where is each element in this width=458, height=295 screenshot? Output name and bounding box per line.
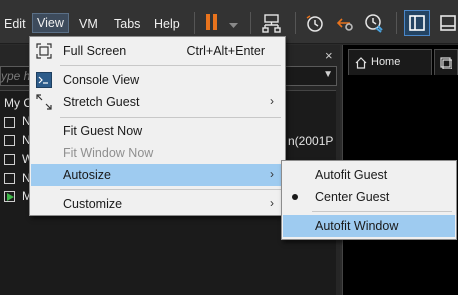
tab-home[interactable]: Home: [348, 49, 432, 75]
menu-item-label: Center Guest: [315, 190, 390, 204]
toolbar-separator: [194, 12, 195, 34]
menu-tabs[interactable]: Tabs: [110, 15, 144, 33]
menu-separator: [60, 117, 281, 118]
vm-icon: [4, 154, 15, 165]
menu-item-center-guest[interactable]: Center Guest: [283, 186, 455, 208]
menu-item-label: Fit Window Now: [63, 146, 154, 160]
toolbar-separator: [396, 12, 397, 34]
snapshot-icon[interactable]: [305, 13, 325, 33]
running-icon: [7, 193, 14, 201]
menu-edit[interactable]: Edit: [0, 15, 30, 33]
tab-home-label: Home: [371, 56, 401, 68]
menu-item-label: Customize: [63, 197, 123, 211]
stretch-icon: [36, 94, 52, 110]
search-placeholder: ype h: [1, 69, 31, 83]
chevron-down-icon[interactable]: [229, 18, 238, 28]
menu-item-label: Fit Guest Now: [63, 124, 143, 138]
submenu-arrow-icon: ›: [270, 167, 274, 181]
submenu-arrow-icon: ›: [270, 196, 274, 210]
toolbar-separator: [295, 12, 296, 34]
pause-icon[interactable]: [205, 13, 219, 31]
menu-help[interactable]: Help: [150, 15, 184, 33]
tree-item-vm-name-overflow: n(2001P: [288, 134, 334, 148]
menu-item-label: Stretch Guest: [63, 95, 140, 109]
menu-item-label: Autofit Guest: [315, 168, 388, 182]
vm-tab-icon: [440, 57, 453, 70]
vm-icon: [4, 135, 15, 146]
toolbar-separator: [250, 12, 251, 34]
menu-item-stretch-guest[interactable]: Stretch Guest ›: [31, 91, 284, 113]
chevron-down-icon[interactable]: ▼: [323, 69, 333, 80]
menu-item-accelerator: Ctrl+Alt+Enter: [186, 44, 265, 58]
menu-item-full-screen[interactable]: Full Screen Ctrl+Alt+Enter: [31, 40, 284, 62]
manage-snapshots-icon[interactable]: [364, 13, 384, 33]
autosize-submenu: Autofit Guest Center Guest Autofit Windo…: [281, 160, 457, 240]
radio-checked-icon: [292, 194, 298, 200]
vm-icon: [4, 117, 15, 128]
revert-snapshot-icon[interactable]: [334, 13, 354, 33]
thumbnail-bar-icon[interactable]: [438, 13, 458, 33]
menu-item-label: Console View: [63, 73, 140, 87]
close-icon[interactable]: ×: [325, 48, 333, 63]
menu-item-label: Full Screen: [63, 44, 127, 58]
menu-item-label: Autofit Window: [315, 219, 399, 233]
tab-vm[interactable]: [434, 49, 458, 75]
home-icon: [355, 57, 367, 69]
view-menu-dropdown: Full Screen Ctrl+Alt+Enter Console View …: [29, 36, 286, 216]
menu-item-autosize[interactable]: Autosize ›: [31, 164, 284, 186]
vm-icon: [4, 173, 15, 184]
menu-item-fit-window-now: Fit Window Now: [31, 142, 284, 164]
menu-separator: [60, 65, 281, 66]
console-icon: [36, 72, 52, 88]
menu-item-console-view[interactable]: Console View: [31, 69, 284, 91]
menu-item-label: Autosize: [63, 168, 111, 182]
tree-root-my-computer[interactable]: My C: [4, 96, 32, 112]
menu-view[interactable]: View: [32, 13, 69, 33]
menu-separator: [312, 211, 452, 212]
menu-item-autofit-window[interactable]: Autofit Window: [283, 215, 455, 237]
menu-separator: [60, 189, 281, 190]
menu-item-fit-guest-now[interactable]: Fit Guest Now: [31, 120, 284, 142]
menu-vm[interactable]: VM: [75, 15, 102, 33]
show-library-icon[interactable]: [404, 10, 430, 36]
full-screen-icon: [36, 43, 52, 59]
menu-item-autofit-guest[interactable]: Autofit Guest: [283, 164, 455, 186]
submenu-arrow-icon: ›: [270, 94, 274, 108]
send-keys-icon[interactable]: [262, 13, 282, 33]
menu-item-customize[interactable]: Customize ›: [31, 193, 284, 215]
